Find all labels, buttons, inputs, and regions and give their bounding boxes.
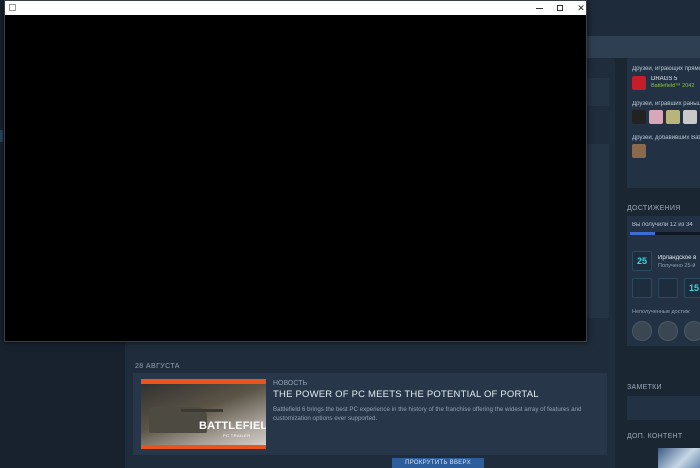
friend-name[interactable]: DRAGS 5 — [651, 76, 700, 82]
overlay-window: ✕ — [4, 0, 587, 342]
achievements-progress-fill — [630, 232, 655, 235]
achievement-icon[interactable]: 15 — [684, 278, 700, 298]
battlefield-logo: BATTLEFIELD 6 — [199, 420, 266, 432]
news-date: 28 АВГУСТА — [135, 363, 180, 370]
friend-avatar[interactable] — [632, 76, 646, 90]
minimize-icon — [535, 7, 543, 9]
window-content[interactable] — [5, 15, 586, 341]
scroll-to-top-button[interactable]: ПРОКРУТИТЬ ВВЕРХ — [392, 458, 484, 468]
achievement-icon[interactable] — [658, 278, 678, 298]
achievements-progress-text: Вы получили 12 из 34 — [632, 222, 693, 228]
app-icon — [9, 4, 16, 11]
news-body: Battlefield 6 brings the best PC experie… — [273, 406, 582, 422]
dlc-thumbnail[interactable] — [658, 448, 700, 468]
tank-gun-image — [181, 409, 223, 412]
friend-game: Battlefield™ 2042 — [651, 83, 695, 89]
minimize-button[interactable] — [528, 1, 550, 15]
notes-title[interactable]: ЗАМЕТКИ — [627, 384, 662, 391]
friends-played-header: Друзей, игравших раньше — [632, 101, 700, 107]
achievements-progress-bar — [630, 232, 700, 235]
notes-panel[interactable] — [627, 396, 700, 420]
friend-avatar[interactable] — [683, 110, 697, 124]
sidebar-selection-marker — [0, 130, 3, 142]
maximize-icon — [557, 5, 563, 11]
locked-achievement-icon[interactable] — [658, 321, 678, 341]
news-kind: НОВОСТЬ — [273, 380, 308, 387]
news-thumbnail[interactable]: BATTLEFIELD 6 PC TRAILER — [141, 379, 266, 449]
friends-playing-header: Друзей, играющих прямо — [632, 66, 700, 72]
locked-achievement-icon[interactable] — [684, 321, 700, 341]
news-title[interactable]: THE POWER OF PC MEETS THE POTENTIAL OF P… — [273, 389, 539, 400]
maximize-button[interactable] — [549, 1, 571, 15]
achievements-title[interactable]: ДОСТИЖЕНИЯ — [627, 205, 681, 212]
achievement-icon[interactable]: 25 — [632, 251, 652, 271]
friend-avatar[interactable] — [632, 144, 646, 158]
achievement-date: Получено 25-й — [658, 263, 696, 269]
dlc-title[interactable]: ДОП. КОНТЕНТ — [627, 433, 682, 440]
friends-wishlist-header: Друзей, добавивших Bat — [632, 135, 700, 141]
friend-avatar[interactable] — [649, 110, 663, 124]
friend-avatar[interactable] — [632, 110, 646, 124]
achievement-name: Ирландское в — [658, 255, 697, 261]
thumb-stripe — [141, 445, 266, 449]
locked-achievements-header: Неполученные достиж — [632, 309, 690, 315]
close-button[interactable]: ✕ — [570, 1, 592, 15]
achievement-icon[interactable] — [632, 278, 652, 298]
thumb-stripe — [141, 379, 266, 384]
locked-achievement-icon[interactable] — [632, 321, 652, 341]
window-titlebar[interactable]: ✕ — [5, 1, 586, 15]
friend-avatar[interactable] — [666, 110, 680, 124]
close-icon: ✕ — [577, 2, 585, 13]
trailer-label: PC TRAILER — [223, 433, 251, 438]
